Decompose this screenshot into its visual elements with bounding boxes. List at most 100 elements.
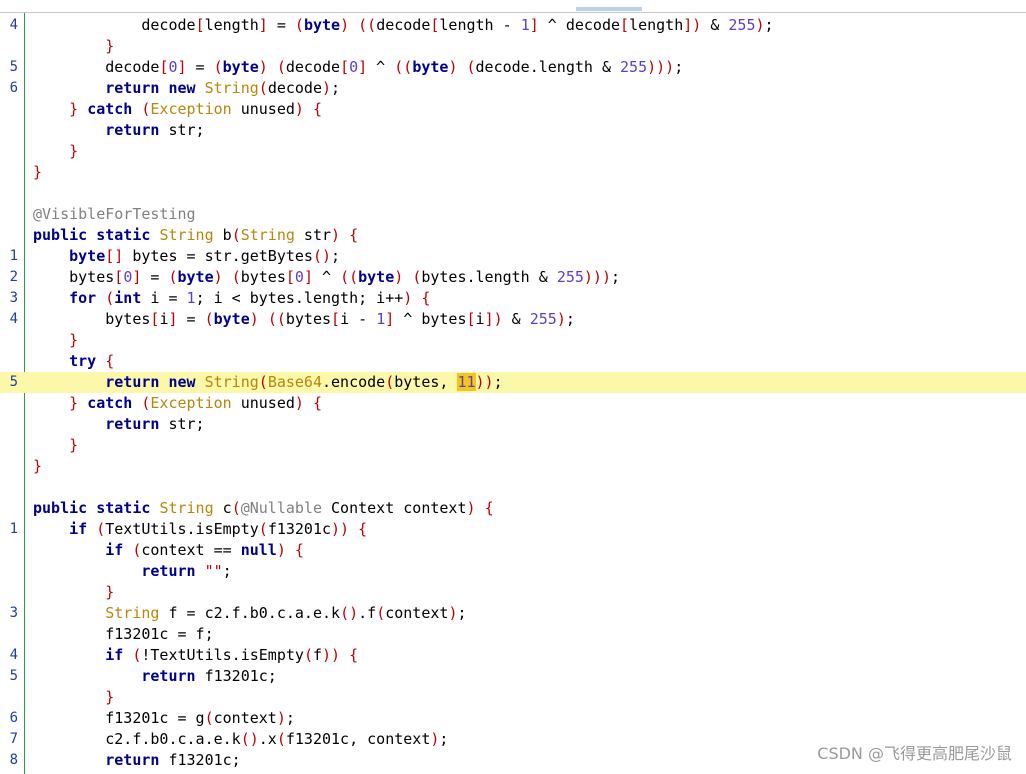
code-line[interactable]: public static String b(String str) { — [0, 225, 1026, 246]
code-token: ( — [294, 16, 304, 34]
code-token: decode — [285, 58, 341, 76]
code-line[interactable]: @VisibleForTesting — [0, 204, 1026, 225]
code-line[interactable]: 6 f13201c = g(context); — [0, 708, 1026, 729]
code-line[interactable] — [0, 477, 1026, 498]
code-line[interactable]: return str; — [0, 120, 1026, 141]
code-line[interactable]: } — [0, 687, 1026, 708]
code-text: } — [33, 456, 42, 477]
code-line[interactable]: 3 String f = c2.f.b0.c.a.e.k().f(context… — [0, 603, 1026, 624]
code-token: byte — [412, 58, 449, 76]
editor-tab-strip — [0, 0, 1026, 13]
code-token: )) — [322, 646, 341, 664]
code-token: ; — [439, 730, 449, 748]
code-token: try — [69, 352, 97, 370]
code-line[interactable]: f13201c = f; — [0, 624, 1026, 645]
code-line[interactable]: } catch (Exception unused) { — [0, 393, 1026, 414]
highlighted-code-line[interactable]: 5 return new String(Base64.encode(bytes,… — [0, 372, 1026, 393]
code-token: )) — [331, 520, 350, 538]
code-token: f = c2.f.b0.c.a.e.k — [159, 604, 341, 622]
code-token: ) — [258, 58, 268, 76]
code-token: ) — [249, 310, 259, 328]
code-token: 255 — [556, 268, 584, 286]
code-token: !TextUtils.isEmpty — [141, 646, 304, 664]
code-token: ; — [764, 16, 774, 34]
code-line[interactable]: 5 decode[0] = (byte) (decode[0] ^ ((byte… — [0, 57, 1026, 78]
code-token: (( — [394, 58, 413, 76]
code-line[interactable]: } catch (Exception unused) { — [0, 99, 1026, 120]
code-line[interactable]: } — [0, 435, 1026, 456]
code-line[interactable]: return ""; — [0, 561, 1026, 582]
code-line[interactable]: 4 if (!TextUtils.isEmpty(f)) { — [0, 645, 1026, 666]
code-token: () — [240, 730, 259, 748]
code-line[interactable]: try { — [0, 351, 1026, 372]
code-line[interactable]: 1 byte[] bytes = str.getBytes(); — [0, 246, 1026, 267]
code-line[interactable]: } — [0, 141, 1026, 162]
line-number: 1 — [9, 248, 18, 264]
code-token: ; — [285, 709, 295, 727]
code-editor[interactable]: 4 decode[length] = (byte) ((decode[lengt… — [0, 15, 1026, 771]
code-text: } — [33, 330, 78, 351]
code-line[interactable]: 6 return new String(decode); — [0, 78, 1026, 99]
code-token: 255 — [529, 310, 557, 328]
code-text: String f = c2.f.b0.c.a.e.k().f(context); — [33, 603, 467, 624]
code-token: String — [159, 499, 214, 517]
code-line[interactable]: 4 bytes[i] = (byte) ((bytes[i - 1] ^ byt… — [0, 309, 1026, 330]
code-line[interactable]: } — [0, 330, 1026, 351]
code-line[interactable]: if (context == null) { — [0, 540, 1026, 561]
code-token: ( — [168, 268, 178, 286]
code-line[interactable]: return str; — [0, 414, 1026, 435]
code-token: ( — [376, 604, 386, 622]
code-token: = — [267, 16, 295, 34]
code-token: ))) — [583, 268, 611, 286]
code-line[interactable]: 4 decode[length] = (byte) ((decode[lengt… — [0, 15, 1026, 36]
code-token: ( — [231, 226, 241, 244]
code-text: @VisibleForTesting — [33, 204, 196, 225]
code-token: byte — [358, 268, 395, 286]
code-token: ] — [385, 310, 395, 328]
code-line[interactable]: 2 bytes[0] = (byte) (bytes[0] ^ ((byte) … — [0, 267, 1026, 288]
code-token: [ — [466, 310, 476, 328]
code-line[interactable]: 3 for (int i = 1; i < bytes.length; i++)… — [0, 288, 1026, 309]
code-text: f13201c = g(context); — [33, 708, 295, 729]
code-line[interactable]: public static String c(@Nullable Context… — [0, 498, 1026, 519]
code-token: .x — [258, 730, 277, 748]
code-text: if (TextUtils.isEmpty(f13201c)) { — [33, 519, 367, 540]
code-text: return str; — [33, 414, 204, 435]
code-line[interactable]: } — [0, 36, 1026, 57]
line-number: 5 — [9, 374, 18, 390]
code-token: str — [294, 226, 332, 244]
line-number: 2 — [9, 269, 18, 285]
code-token: ; — [457, 604, 467, 622]
code-token: TextUtils.isEmpty — [105, 520, 259, 538]
code-line[interactable]: 1 if (TextUtils.isEmpty(f13201c)) { — [0, 519, 1026, 540]
code-token: ; — [331, 247, 341, 265]
code-token: ) — [294, 394, 304, 412]
code-line[interactable]: } — [0, 456, 1026, 477]
code-token: catch — [87, 100, 133, 118]
line-number: 8 — [9, 752, 18, 768]
code-token: 0 — [349, 58, 359, 76]
code-line[interactable]: 5 return f13201c; — [0, 666, 1026, 687]
code-token: { — [294, 541, 304, 559]
code-token: } — [69, 394, 79, 412]
code-token: "" — [204, 562, 223, 580]
code-token: byte — [177, 268, 214, 286]
code-line[interactable]: } — [0, 162, 1026, 183]
horizontal-scroll-thumb[interactable] — [576, 7, 642, 11]
code-token: decode — [267, 79, 322, 97]
code-line[interactable]: } — [0, 582, 1026, 603]
code-line[interactable] — [0, 183, 1026, 204]
